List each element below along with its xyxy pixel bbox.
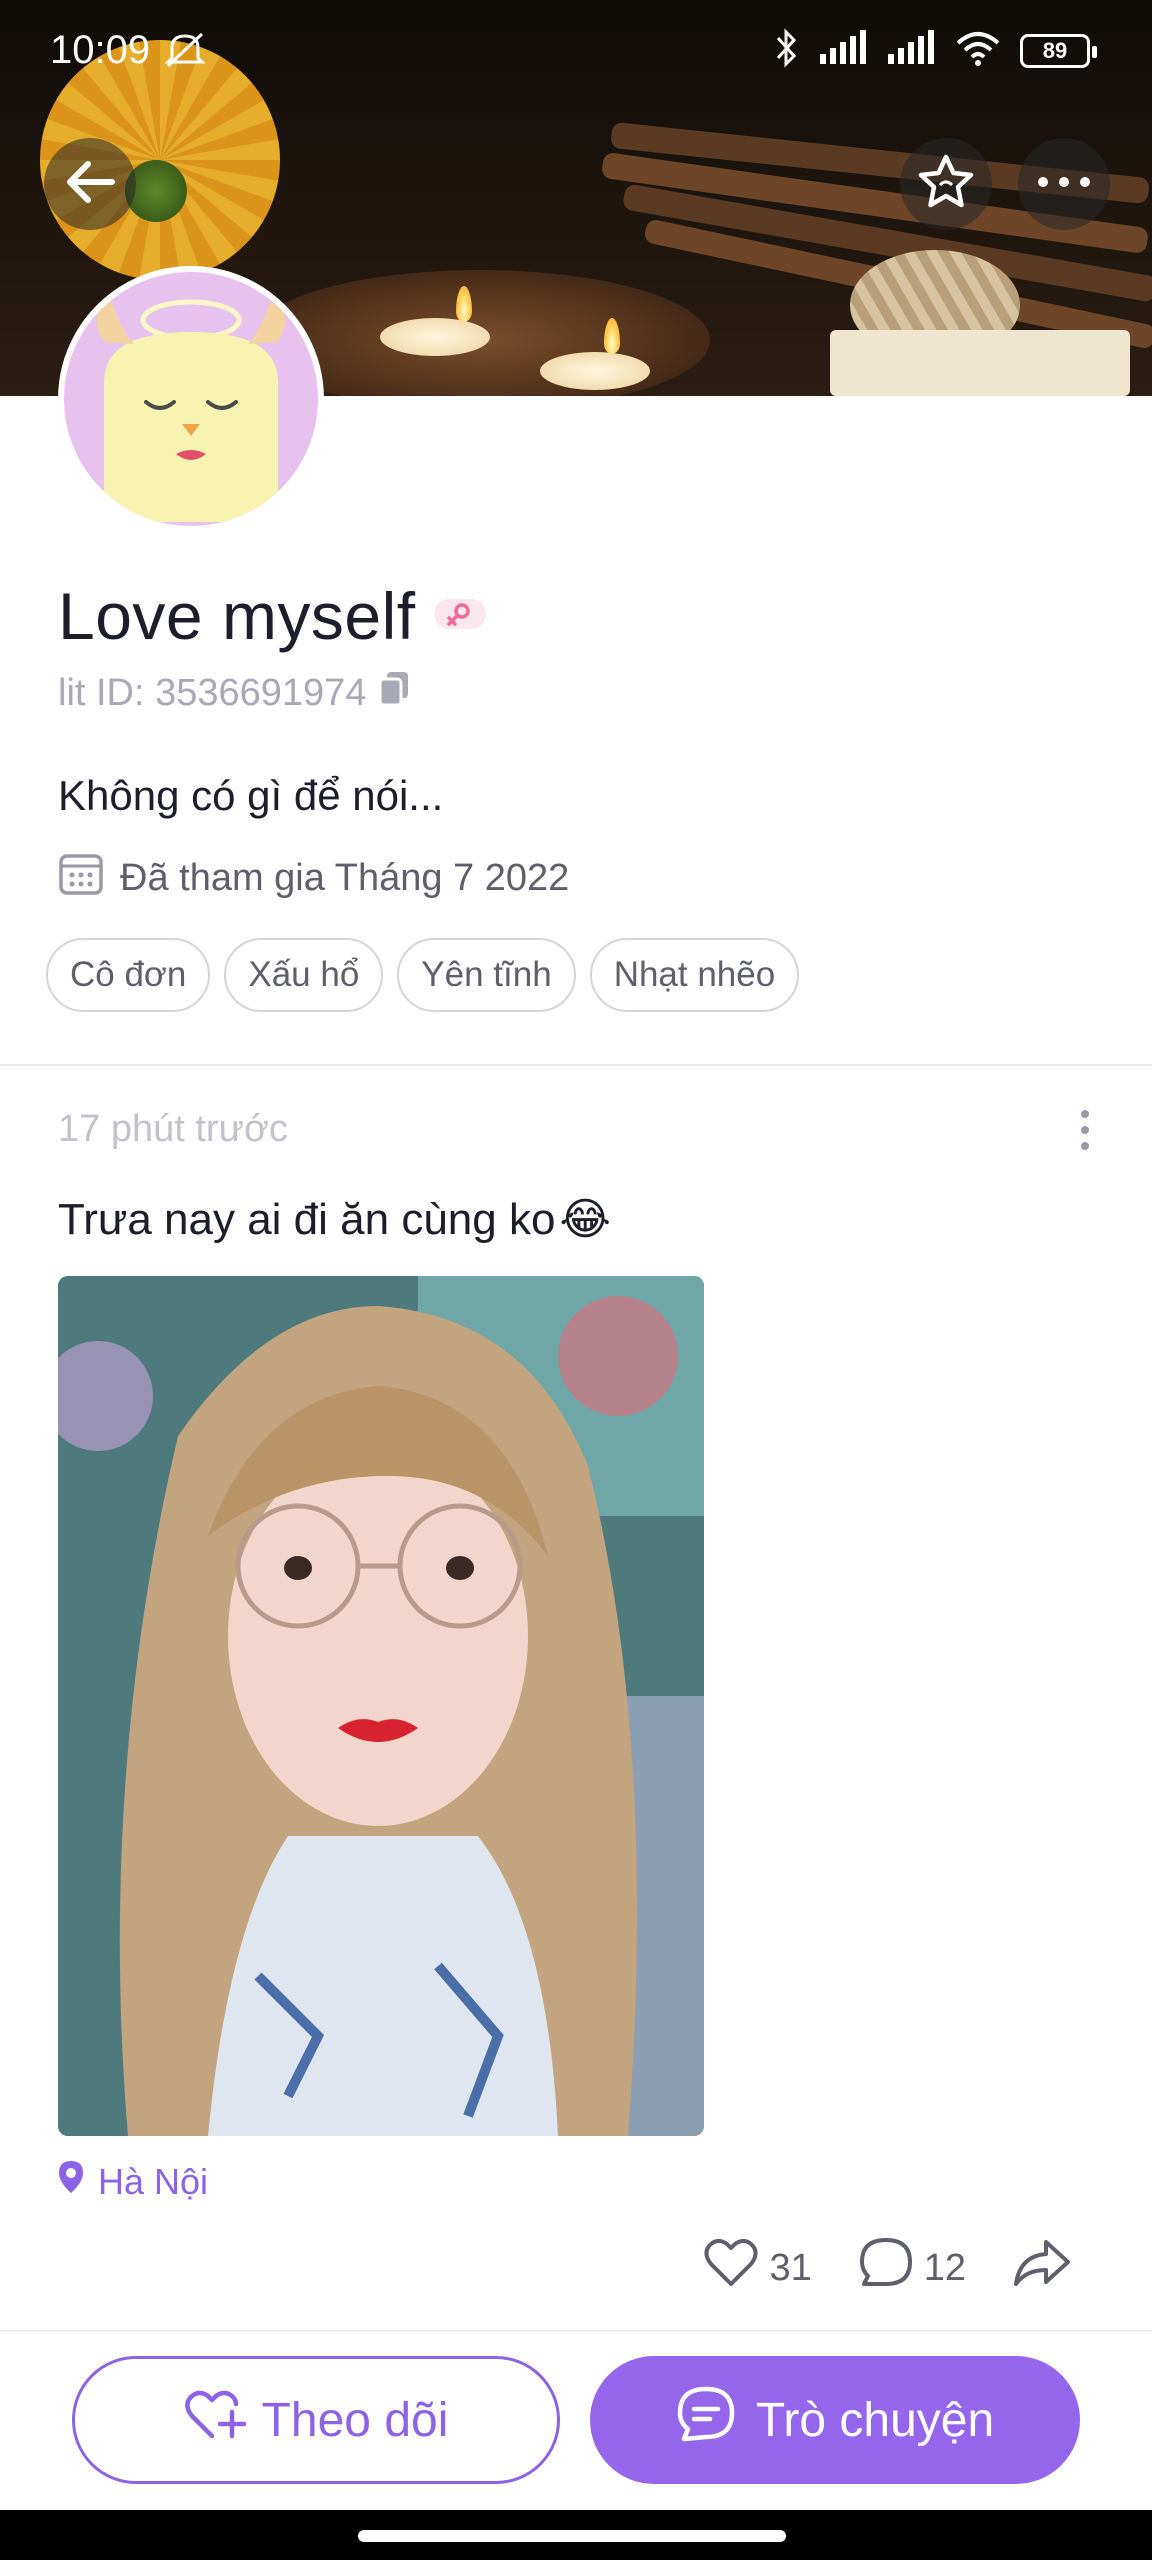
more-options-button[interactable] xyxy=(1018,138,1110,230)
name-row: Love myself xyxy=(58,578,486,654)
chat-button[interactable]: Trò chuyện xyxy=(590,2356,1080,2484)
back-arrow-icon xyxy=(62,158,118,211)
signal-icon xyxy=(886,30,936,71)
post-actions: 31 12 xyxy=(703,2236,1072,2300)
post-text: Trưa nay ai đi ăn cùng ko 😂 xyxy=(58,1194,611,1245)
share-icon xyxy=(1012,2238,1072,2298)
post-timestamp: 17 phút trước xyxy=(58,1108,288,1150)
lit-id: lit ID: 3536691974 xyxy=(58,671,367,714)
favorite-button[interactable] xyxy=(900,138,992,230)
tag[interactable]: Yên tĩnh xyxy=(397,938,576,1012)
calendar-icon xyxy=(58,850,104,906)
follow-button[interactable]: Theo dõi xyxy=(72,2356,560,2484)
chat-label: Trò chuyện xyxy=(755,2393,995,2447)
like-count: 31 xyxy=(769,2246,812,2289)
post-photo[interactable] xyxy=(58,1276,704,2136)
copy-icon[interactable] xyxy=(378,670,410,716)
status-time: 10:09 xyxy=(50,28,151,72)
post-emoji: 😂 xyxy=(559,1195,611,1244)
like-button[interactable]: 31 xyxy=(703,2238,812,2298)
tag[interactable]: Cô đơn xyxy=(46,938,211,1012)
share-button[interactable] xyxy=(1012,2238,1072,2298)
wifi-icon xyxy=(954,29,1002,72)
joined-row: Đã tham gia Tháng 7 2022 xyxy=(58,850,569,906)
mute-icon xyxy=(162,30,208,75)
comment-button[interactable]: 12 xyxy=(858,2236,966,2300)
chat-icon xyxy=(676,2385,736,2455)
profile-bio: Không có gì để nói... xyxy=(58,772,444,819)
post-location[interactable]: Hà Nội xyxy=(58,2160,208,2203)
post-more-icon[interactable] xyxy=(1070,1110,1100,1150)
profile-name: Love myself xyxy=(58,579,416,653)
status-icons: 89 xyxy=(774,28,1097,73)
post-caption: Trưa nay ai đi ăn cùng ko xyxy=(58,1194,556,1244)
back-button[interactable] xyxy=(44,138,136,230)
mood-tags: Cô đơn Xấu hổ Yên tĩnh Nhạt nhẽo xyxy=(46,938,800,1012)
location-label: Hà Nội xyxy=(98,2160,209,2202)
cover-candle xyxy=(540,352,650,390)
status-bar: 10:09 89 xyxy=(0,0,1152,100)
gender-icon xyxy=(433,597,486,636)
signal-icon xyxy=(818,30,868,71)
bluetooth-icon xyxy=(774,28,800,73)
follow-label: Theo dõi xyxy=(261,2393,449,2447)
more-icon xyxy=(1037,175,1091,193)
location-pin-icon xyxy=(58,2160,84,2203)
star-icon xyxy=(916,153,976,216)
section-divider xyxy=(0,1064,1152,1066)
tag[interactable]: Nhạt nhẽo xyxy=(589,938,800,1012)
home-indicator[interactable] xyxy=(358,2530,786,2542)
heart-icon xyxy=(703,2238,759,2298)
avatar[interactable] xyxy=(58,266,324,532)
tag[interactable]: Xấu hổ xyxy=(224,938,384,1012)
cover-candle xyxy=(380,318,490,356)
cover-soap xyxy=(830,330,1130,396)
heart-plus-icon xyxy=(184,2386,248,2454)
comment-icon xyxy=(858,2236,914,2300)
battery-indicator: 89 xyxy=(1020,33,1097,68)
comment-count: 12 xyxy=(923,2246,966,2289)
joined-date: Đã tham gia Tháng 7 2022 xyxy=(120,856,570,899)
lit-id-row: lit ID: 3536691974 xyxy=(58,670,410,716)
